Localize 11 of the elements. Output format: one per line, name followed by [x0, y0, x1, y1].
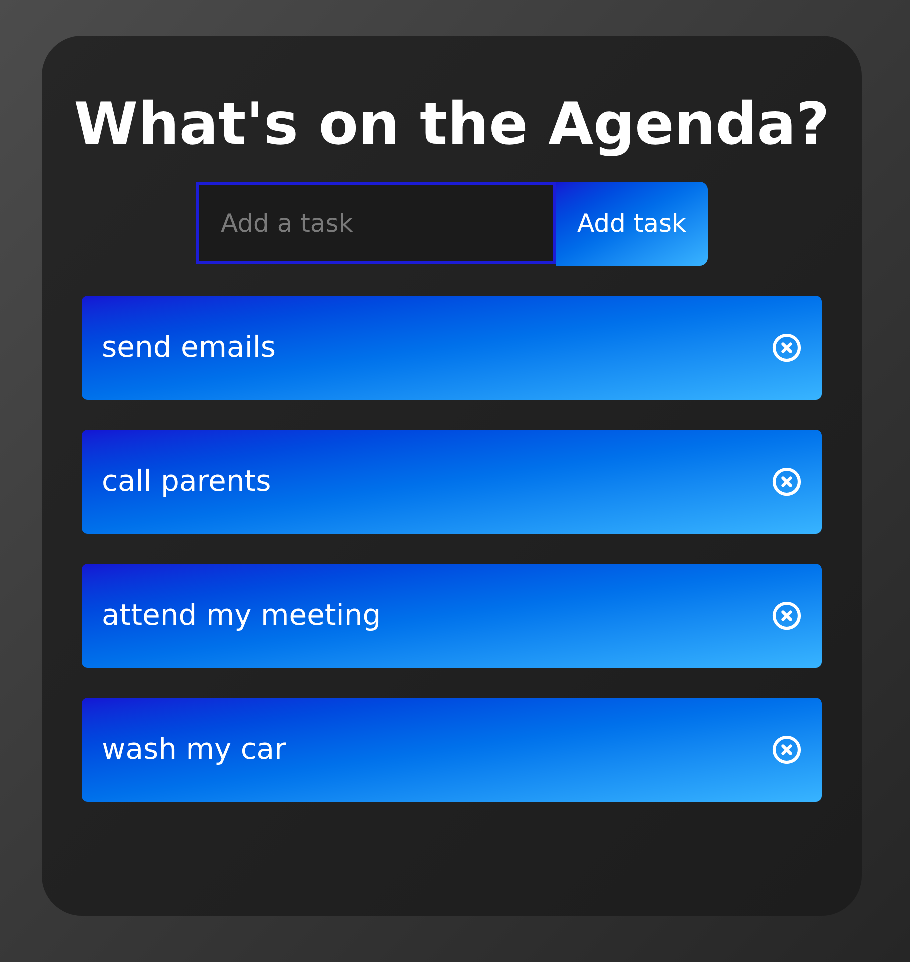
delete-icon[interactable] [772, 735, 802, 765]
title: What's on the Agenda? [74, 89, 830, 160]
add-task-button[interactable]: Add task [556, 182, 708, 266]
task-input-field[interactable]: Add a task [196, 182, 556, 264]
task-text: attend my meeting [102, 597, 382, 634]
task-text: call parents [102, 463, 272, 500]
task-text: send emails [102, 329, 276, 366]
delete-icon[interactable] [772, 467, 802, 497]
task-text: wash my car [102, 731, 286, 768]
delete-icon[interactable] [772, 333, 802, 363]
delete-icon[interactable] [772, 601, 802, 631]
